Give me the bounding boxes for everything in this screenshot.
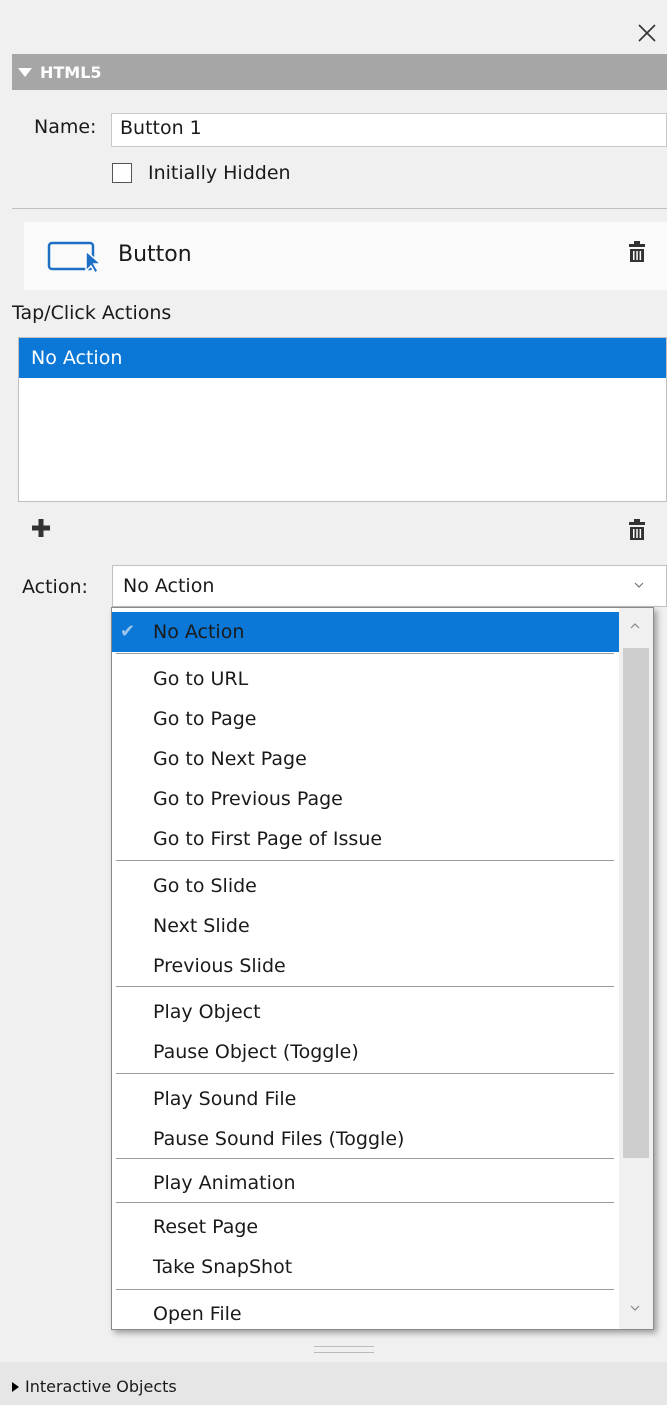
dropdown-option[interactable]: Play Object bbox=[112, 992, 619, 1032]
section-title: HTML5 bbox=[40, 62, 102, 82]
interactive-objects-label: Interactive Objects bbox=[25, 1377, 177, 1396]
dropdown-option[interactable]: Next Slide bbox=[112, 906, 619, 946]
expand-triangle-icon bbox=[12, 1381, 19, 1392]
initially-hidden-label: Initially Hidden bbox=[148, 162, 291, 184]
dropdown-option[interactable]: Go to URL bbox=[112, 659, 619, 699]
add-icon[interactable] bbox=[32, 519, 50, 537]
dropdown-option[interactable]: Play Animation bbox=[112, 1163, 619, 1203]
list-item[interactable]: No Action bbox=[19, 338, 666, 378]
separator bbox=[116, 1158, 614, 1159]
collapse-triangle-icon bbox=[18, 67, 32, 77]
separator bbox=[116, 653, 614, 654]
action-label: Action: bbox=[22, 576, 88, 598]
chevron-down-icon bbox=[634, 582, 644, 588]
action-select[interactable]: No Action bbox=[112, 565, 667, 607]
dropdown-scrollbar[interactable] bbox=[619, 608, 653, 1329]
section-header-html5[interactable]: HTML5 bbox=[12, 54, 667, 90]
separator bbox=[116, 1073, 614, 1074]
separator bbox=[116, 1202, 614, 1203]
trash-icon[interactable] bbox=[628, 241, 646, 263]
separator bbox=[116, 1289, 614, 1290]
dropdown-option[interactable]: Go to Page bbox=[112, 699, 619, 739]
tap-click-actions-label: Tap/Click Actions bbox=[12, 302, 172, 324]
dropdown-option[interactable]: Go to Slide bbox=[112, 866, 619, 906]
dropdown-option[interactable]: Pause Object (Toggle) bbox=[112, 1032, 619, 1072]
separator bbox=[116, 986, 614, 987]
name-label: Name: bbox=[34, 116, 97, 138]
action-dropdown-list[interactable]: ✔ No Action Go to URL Go to Page Go to N… bbox=[111, 607, 654, 1330]
initially-hidden-checkbox-row[interactable]: Initially Hidden bbox=[112, 162, 291, 184]
splitter-grip[interactable] bbox=[314, 1346, 374, 1353]
initially-hidden-checkbox[interactable] bbox=[112, 163, 132, 183]
interactive-objects-toggle[interactable]: Interactive Objects bbox=[12, 1377, 177, 1396]
action-select-value: No Action bbox=[123, 575, 215, 597]
dropdown-option[interactable]: ✔ No Action bbox=[112, 612, 619, 652]
dropdown-option[interactable]: Take SnapShot bbox=[112, 1247, 619, 1287]
scrollbar-thumb[interactable] bbox=[623, 648, 649, 1158]
close-icon[interactable] bbox=[630, 16, 664, 50]
dropdown-option[interactable]: Pause Sound Files (Toggle) bbox=[112, 1119, 619, 1159]
dropdown-option[interactable]: Go to First Page of Issue bbox=[112, 819, 619, 859]
chevron-up-icon[interactable] bbox=[629, 620, 641, 632]
dropdown-option[interactable]: Reset Page bbox=[112, 1207, 619, 1247]
dropdown-option[interactable]: Go to Previous Page bbox=[112, 779, 619, 819]
divider bbox=[12, 208, 667, 209]
name-input[interactable]: Button 1 bbox=[111, 113, 667, 147]
dropdown-option[interactable]: Previous Slide bbox=[112, 946, 619, 986]
button-cursor-icon bbox=[47, 241, 104, 273]
dropdown-option[interactable]: Play Sound File bbox=[112, 1079, 619, 1119]
dropdown-option[interactable]: Go to Next Page bbox=[112, 739, 619, 779]
dropdown-option[interactable]: Open File bbox=[112, 1294, 619, 1329]
checkmark-icon: ✔ bbox=[120, 621, 136, 642]
trash-icon[interactable] bbox=[628, 519, 646, 541]
object-type-label: Button bbox=[118, 242, 192, 267]
separator bbox=[116, 860, 614, 861]
object-type-card: Button bbox=[24, 222, 667, 290]
tap-actions-list[interactable]: No Action bbox=[18, 337, 667, 502]
chevron-down-icon[interactable] bbox=[629, 1302, 641, 1314]
